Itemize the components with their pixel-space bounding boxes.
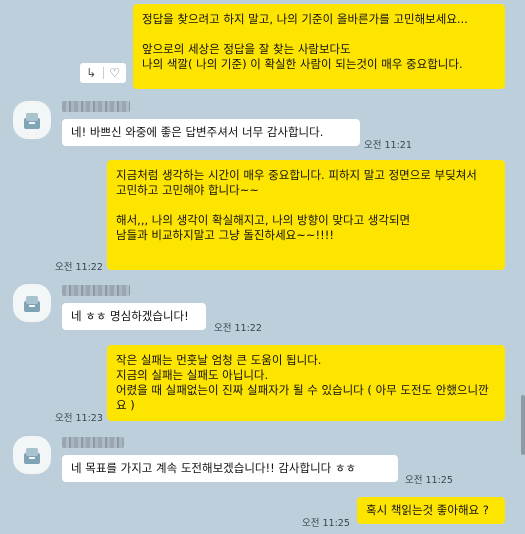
message-actions: ↳ ♡ (80, 63, 126, 83)
avatar[interactable] (13, 101, 51, 139)
message-bubble-theirs[interactable]: 네 목표를 가지고 계속 도전해보겠습니다!! 감사합니다 ㅎㅎ (62, 455, 398, 482)
message-bubble-mine[interactable]: 혹시 책읽는것 좋아해요 ? (357, 497, 505, 524)
sender-name-blurred (62, 437, 124, 448)
message-time: 오전 11:22 (55, 262, 103, 273)
sender-name-blurred (62, 285, 130, 296)
message-bubble-mine[interactable]: 정답을 찾으려고 하지 말고, 나의 기준이 올바른가를 고민해보세요... 앞… (133, 4, 505, 89)
message-time: 오전 11:23 (55, 413, 103, 424)
scrollbar[interactable] (521, 395, 525, 455)
avatar[interactable] (13, 284, 51, 322)
message-time: 오전 11:21 (364, 140, 412, 151)
message-bubble-mine[interactable]: 작은 실패는 먼훗날 엄청 큰 도움이 됩니다. 지금의 실패는 실패도 아닙니… (107, 345, 505, 421)
message-time: 오전 11:25 (405, 475, 453, 486)
message-bubble-theirs[interactable]: 네! 바쁘신 와중에 좋은 답변주셔서 너무 감사합니다. (62, 119, 360, 146)
message-bubble-mine[interactable]: 지금처럼 생각하는 시간이 매우 중요합니다. 피하지 말고 정면으로 부딪쳐서… (107, 160, 505, 270)
message-bubble-theirs[interactable]: 네 ㅎㅎ 명심하겠습니다! (62, 303, 206, 330)
sender-name-blurred (62, 101, 130, 112)
message-time: 오전 11:22 (214, 323, 262, 334)
avatar[interactable] (13, 436, 51, 474)
heart-icon[interactable]: ♡ (104, 63, 127, 83)
message-time: 오전 11:25 (302, 518, 350, 529)
reply-icon[interactable]: ↳ (80, 63, 103, 83)
